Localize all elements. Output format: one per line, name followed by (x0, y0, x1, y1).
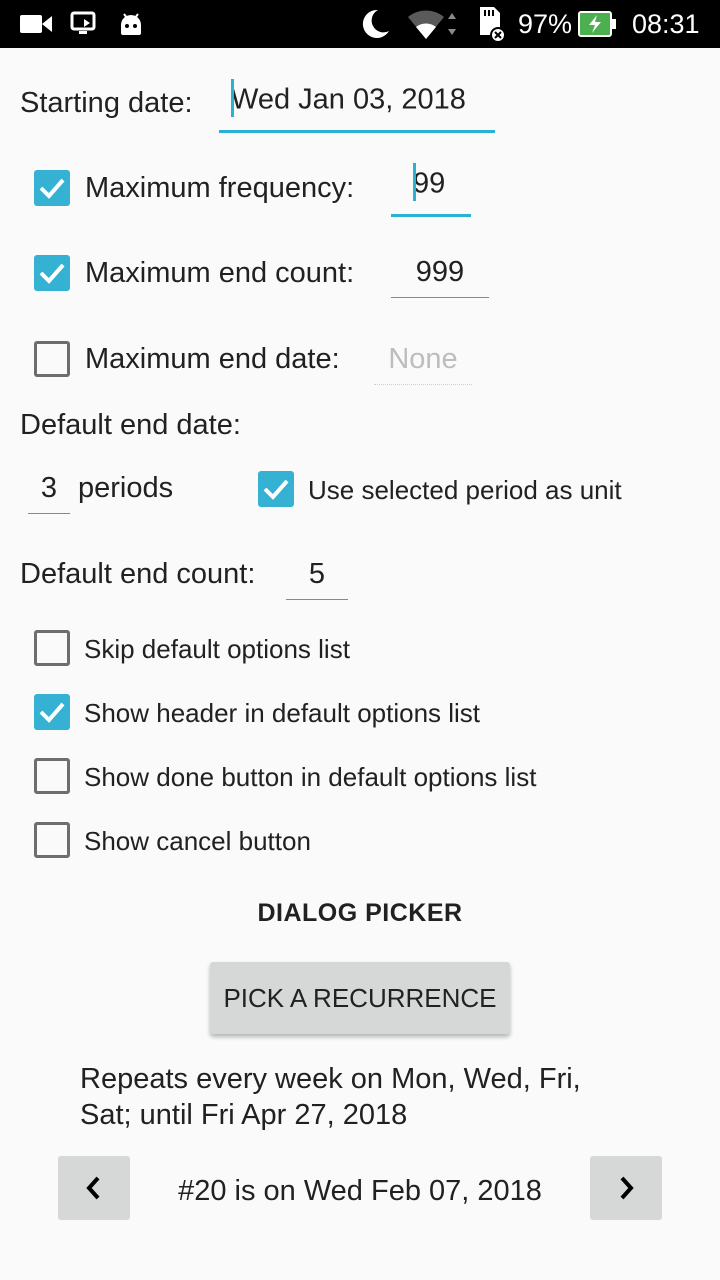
next-occurrence-button[interactable] (590, 1156, 662, 1220)
default-end-count-label: Default end count: (20, 558, 256, 590)
max-end-count-checkbox[interactable] (34, 255, 70, 291)
pick-recurrence-button[interactable]: PICK A RECURRENCE (210, 962, 510, 1034)
chevron-left-icon (86, 1176, 100, 1200)
recurrence-summary: Repeats every week on Mon, Wed, Fri, Sat… (80, 1061, 581, 1133)
default-end-date-periods-field[interactable]: 3 (28, 474, 70, 514)
show-cancel-button-checkbox[interactable] (34, 822, 70, 858)
recurrence-summary-line1: Repeats every week on Mon, Wed, Fri, (80, 1063, 581, 1095)
max-end-count-field[interactable]: 999 (391, 258, 489, 298)
occurrence-text: #20 is on Wed Feb 07, 2018 (178, 1175, 542, 1207)
show-done-button-checkbox[interactable] (34, 758, 70, 794)
default-end-date-label: Default end date: (20, 409, 241, 441)
show-header-label: Show header in default options list (84, 698, 481, 728)
show-done-button-label: Show done button in default options list (84, 762, 537, 792)
chevron-right-icon (620, 1176, 634, 1200)
clock: 08:31 (632, 8, 700, 39)
screen-cast-icon (70, 0, 98, 48)
battery-charging-icon (578, 0, 618, 48)
max-frequency-label: Maximum frequency: (85, 172, 355, 204)
battery-percent: 97% (518, 8, 573, 39)
max-frequency-value: 99 (413, 167, 446, 200)
text-cursor (413, 163, 416, 201)
checkmark-icon (263, 479, 289, 500)
starting-date-label: Starting date: (20, 87, 193, 119)
show-cancel-button-label: Show cancel button (84, 826, 311, 856)
max-end-date-checkbox[interactable] (34, 341, 70, 377)
checkmark-icon (39, 702, 65, 723)
max-end-count-label: Maximum end count: (85, 257, 355, 289)
video-camera-icon (20, 0, 52, 48)
sd-card-icon (474, 0, 508, 48)
previous-occurrence-button[interactable] (58, 1156, 130, 1220)
periods-label: periods (78, 472, 174, 504)
starting-date-field[interactable]: Wed Jan 03, 2018 (219, 79, 495, 133)
wifi-icon (406, 0, 462, 48)
checkmark-icon (39, 263, 65, 284)
use-selected-period-checkbox[interactable] (258, 471, 294, 507)
text-cursor (231, 79, 234, 117)
dialog-picker-title: DIALOG PICKER (257, 899, 463, 927)
status-bar: 97% 08:31 (0, 0, 720, 48)
max-frequency-field[interactable]: 99 (391, 163, 471, 217)
skip-default-options-checkbox[interactable] (34, 630, 70, 666)
checkmark-icon (39, 178, 65, 199)
max-frequency-checkbox[interactable] (34, 170, 70, 206)
android-icon (118, 0, 144, 48)
show-header-checkbox[interactable] (34, 694, 70, 730)
starting-date-value: Wed Jan 03, 2018 (231, 83, 466, 116)
recurrence-summary-line2: Sat; until Fri Apr 27, 2018 (80, 1099, 408, 1131)
default-end-count-field[interactable]: 5 (286, 560, 348, 600)
use-selected-period-label: Use selected period as unit (308, 475, 622, 505)
max-end-date-field[interactable]: None (374, 345, 472, 385)
skip-default-options-label: Skip default options list (84, 634, 350, 664)
max-end-date-label: Maximum end date: (85, 343, 340, 375)
moon-icon (358, 0, 392, 48)
